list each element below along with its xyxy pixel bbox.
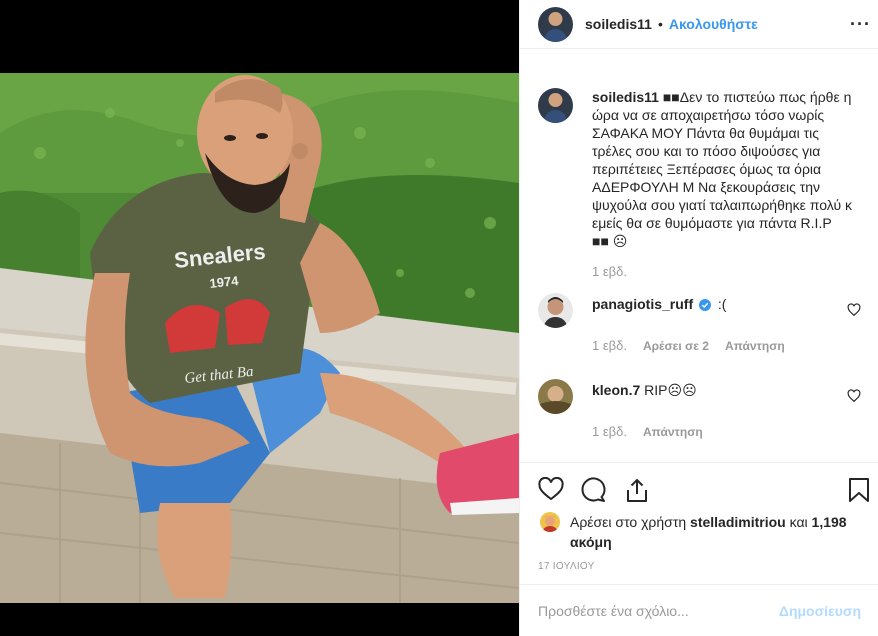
liker-username[interactable]: stelladimitriou	[690, 514, 786, 530]
svg-text:1974: 1974	[209, 273, 240, 291]
bookmark-icon[interactable]	[847, 477, 871, 508]
follow-button[interactable]: Ακολουθήστε	[669, 16, 758, 32]
add-comment-bar: Δημοσίευση	[520, 584, 878, 636]
header-separator: •	[657, 16, 663, 32]
verified-badge-icon	[699, 297, 712, 315]
reply-button[interactable]: Απάντηση	[643, 425, 703, 439]
publish-button[interactable]: Δημοσίευση	[779, 603, 861, 619]
comment-like-heart-icon[interactable]	[847, 303, 861, 317]
comment-meta: 1 εβδ. Απάντηση	[592, 424, 861, 439]
likes-text: Αρέσει στο χρήστη stelladimitriou και 1,…	[570, 512, 860, 552]
post-header: soiledis11 • Ακολουθήστε ···	[520, 0, 878, 49]
author-avatar[interactable]	[538, 6, 573, 42]
action-bar	[520, 462, 878, 510]
comments-list[interactable]: soiledis11 ■■Δεν το πιστεύω πως ήρθε η ώ…	[520, 50, 878, 462]
caption-username[interactable]: soiledis11	[592, 89, 659, 105]
commenter-avatar[interactable]	[538, 379, 573, 414]
caption-author-avatar[interactable]	[538, 88, 573, 123]
caption-text: ■■Δεν το πιστεύω πως ήρθε η ώρα να σε απ…	[592, 89, 852, 249]
share-icon[interactable]	[624, 477, 650, 508]
comment-text: :(	[717, 296, 727, 312]
comment-username[interactable]: kleon.7	[592, 382, 640, 398]
comment-text-block: kleon.7 RIP☹☹	[592, 379, 852, 414]
caption-text-block: soiledis11 ■■Δεν το πιστεύω πως ήρθε η ώ…	[592, 88, 852, 250]
caption: soiledis11 ■■Δεν το πιστεύω πως ήρθε η ώ…	[538, 88, 861, 250]
comment-time[interactable]: 1 εβδ.	[592, 338, 627, 353]
author-username[interactable]: soiledis11	[585, 16, 652, 32]
post-date[interactable]: 17 ΙΟΥΛΙΟΥ	[538, 561, 595, 572]
post-media: Snealers 1974 Get that Ba	[0, 0, 519, 636]
more-options-icon[interactable]: ···	[850, 14, 871, 35]
comment-time[interactable]: 1 εβδ.	[592, 424, 627, 439]
comment-row: kleon.7 RIP☹☹	[538, 379, 861, 414]
caption-meta: 1 εβδ.	[592, 264, 861, 279]
comment-text-block: panagiotis_ruff :(	[592, 293, 852, 328]
comment-likes-count[interactable]: Αρέσει σε 2	[643, 339, 709, 353]
reply-button[interactable]: Απάντηση	[725, 339, 785, 353]
caption-time[interactable]: 1 εβδ.	[592, 264, 627, 279]
comment-icon[interactable]	[580, 477, 606, 508]
comment-meta: 1 εβδ. Αρέσει σε 2 Απάντηση	[592, 338, 861, 353]
comment-like-heart-icon[interactable]	[847, 389, 861, 403]
post-side-panel: soiledis11 • Ακολουθήστε ··· soiledis11 …	[519, 0, 878, 636]
commenter-avatar[interactable]	[538, 293, 573, 328]
photo-illustration: Snealers 1974 Get that Ba	[0, 73, 519, 603]
comment-username[interactable]: panagiotis_ruff	[592, 296, 693, 312]
post-photo[interactable]: Snealers 1974 Get that Ba	[0, 73, 519, 603]
comment-row: panagiotis_ruff :(	[538, 293, 861, 328]
comment-text: RIP☹☹	[644, 382, 697, 398]
likes-prefix: Αρέσει στο χρήστη	[570, 514, 687, 530]
comment-input[interactable]	[538, 602, 779, 619]
likes-joiner: και	[789, 514, 808, 530]
likes-summary: Αρέσει στο χρήστη stelladimitriou και 1,…	[540, 512, 860, 552]
heart-icon[interactable]	[538, 476, 564, 506]
liker-avatar[interactable]	[540, 512, 560, 532]
